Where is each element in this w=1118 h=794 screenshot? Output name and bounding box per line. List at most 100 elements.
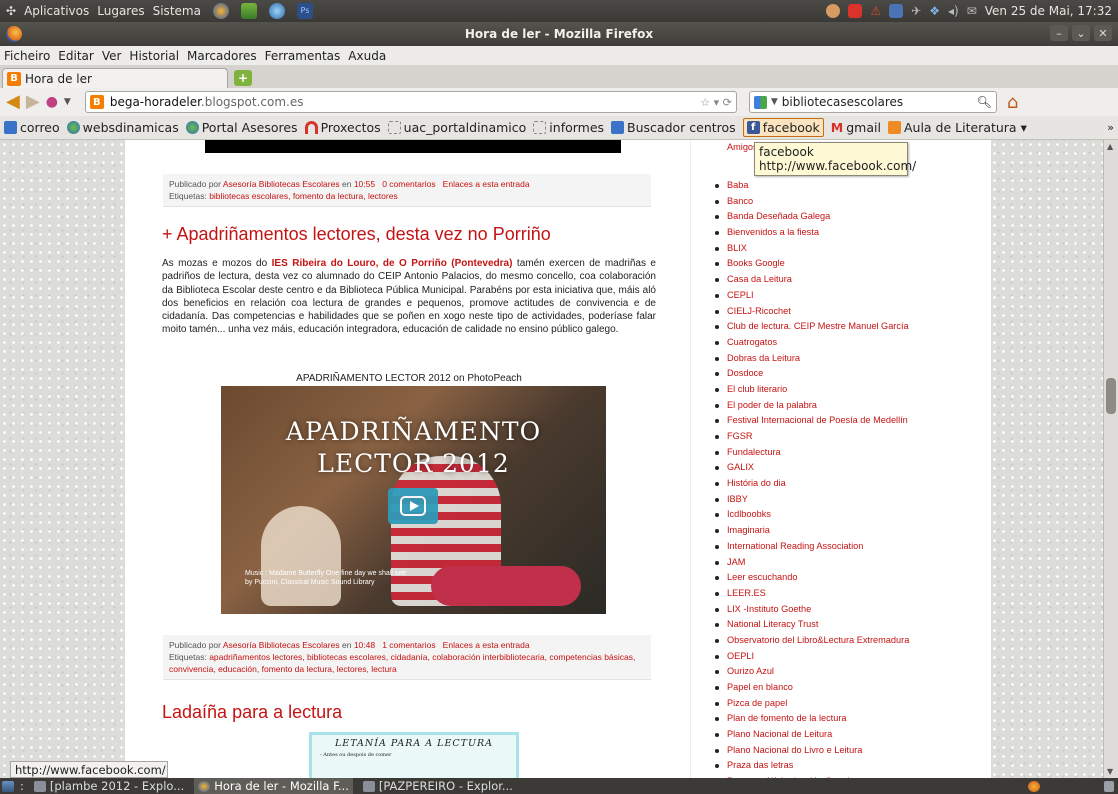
url-bar[interactable]: B bega-horadeler.blogspot.com.es ☆ ▾ ⟳ bbox=[84, 91, 737, 113]
time-link[interactable]: 10:48 bbox=[354, 640, 375, 650]
scroll-down-icon[interactable]: ▼ bbox=[1107, 767, 1113, 776]
sidebar-link[interactable]: Plan de fomento de la lectura bbox=[715, 711, 909, 727]
office-launcher-icon[interactable] bbox=[240, 3, 257, 19]
sidebar-link[interactable]: Cuatrogatos bbox=[715, 335, 909, 351]
sidebar-link[interactable]: CEPLI bbox=[715, 288, 909, 304]
bookmark-portal-asesores[interactable]: Portal Asesores bbox=[185, 120, 298, 135]
post-title[interactable]: Ladaíña para a lectura bbox=[162, 702, 342, 723]
network-icon[interactable]: ✈ bbox=[911, 4, 921, 18]
sidebar-link[interactable]: National Literacy Trust bbox=[715, 617, 909, 633]
sidebar-link[interactable]: Banco bbox=[715, 194, 909, 210]
search-engine-icon[interactable] bbox=[753, 95, 767, 109]
sidebar-link[interactable]: JAM bbox=[715, 555, 909, 571]
sidebar-link[interactable]: Plano Nacional de Leitura bbox=[715, 727, 909, 743]
sidebar-link[interactable]: CIELJ-Ricochet bbox=[715, 304, 909, 320]
sidebar-link[interactable]: Casa da Leitura bbox=[715, 272, 909, 288]
sidebar-link[interactable]: El poder de la palabra bbox=[715, 398, 909, 414]
sidebar-link[interactable]: Festival Internacional de Poesía de Mede… bbox=[715, 413, 909, 429]
bookmark-facebook[interactable]: f facebook bbox=[742, 118, 824, 137]
bookmark-buscador-centros[interactable]: Buscador centros bbox=[611, 120, 736, 135]
sidebar-link[interactable]: Ourizo Azul bbox=[715, 664, 909, 680]
body-link[interactable]: IES Ribeira do Louro, de O Porriño (Pont… bbox=[272, 258, 513, 269]
menu-file[interactable]: Ficheiro bbox=[4, 49, 50, 63]
post-image[interactable]: LETANÍA PARA A LECTURA - Antes ou despoi… bbox=[309, 732, 519, 778]
menu-applications[interactable]: Aplicativos bbox=[24, 4, 89, 18]
photoshop-launcher-icon[interactable]: Ps bbox=[296, 3, 313, 19]
post-title[interactable]: + Apadriñamentos lectores, desta vez no … bbox=[162, 224, 551, 245]
labels-links[interactable]: apadriñamentos lectores, bibliotecas esc… bbox=[169, 652, 635, 674]
bookmark-gmail[interactable]: Mgmail bbox=[831, 120, 881, 135]
sidebar-link[interactable]: Papel en blanco bbox=[715, 680, 909, 696]
sidebar-link[interactable]: Dobras da Leitura bbox=[715, 351, 909, 367]
sidebar-link[interactable]: LIX -Instituto Goethe bbox=[715, 602, 909, 618]
menu-tools[interactable]: Ferramentas bbox=[265, 49, 341, 63]
bookmark-uac-portaldinamico[interactable]: uac_portaldinamico bbox=[387, 120, 526, 135]
star-icon[interactable]: ☆ ▾ ⟳ bbox=[700, 96, 732, 109]
sidebar-link[interactable]: GALIX bbox=[715, 460, 909, 476]
history-dropdown-icon[interactable]: ▼ bbox=[64, 97, 71, 107]
forward-icon[interactable]: ▶ bbox=[26, 93, 40, 111]
sidebar-link[interactable]: OEPLI bbox=[715, 649, 909, 665]
taskbar-window-active[interactable]: Hora de ler - Mozilla F... bbox=[194, 778, 353, 794]
sidebar-link[interactable]: BLIX bbox=[715, 241, 909, 257]
mail-icon[interactable]: ✉ bbox=[967, 4, 977, 18]
tab-hora-de-ler[interactable]: B Hora de ler bbox=[2, 68, 228, 88]
sidebar-link[interactable]: Club de lectura. CEIP Mestre Manuel Garc… bbox=[715, 319, 909, 335]
menu-view[interactable]: Ver bbox=[102, 49, 122, 63]
menu-edit[interactable]: Editar bbox=[58, 49, 94, 63]
play-button[interactable] bbox=[388, 488, 438, 524]
bookmark-aula-de-literatura[interactable]: Aula de Literatura ▾ bbox=[887, 120, 1027, 135]
sidebar-link[interactable]: Pizca de papel bbox=[715, 696, 909, 712]
bookmark-websdinamicas[interactable]: websdinamicas bbox=[66, 120, 179, 135]
taskbar-window[interactable]: [plambe 2012 - Explo... bbox=[30, 778, 188, 794]
firefox-launcher-icon[interactable] bbox=[212, 3, 229, 19]
sidebar-link[interactable]: Plano Nacional do Livro e Leitura bbox=[715, 743, 909, 759]
clock[interactable]: Ven 25 de Mai, 17:32 bbox=[985, 4, 1112, 18]
network-launcher-icon[interactable] bbox=[268, 3, 285, 19]
comments-link[interactable]: 0 comentarios bbox=[382, 179, 435, 189]
taskbar-window[interactable]: [PAZPEREIRO - Explor... bbox=[359, 778, 517, 794]
sidebar-link[interactable]: Baba bbox=[715, 178, 909, 194]
url-text[interactable]: bega-horadeler.blogspot.com.es bbox=[110, 95, 304, 109]
sidebar-link[interactable]: Banda Deseñada Galega bbox=[715, 209, 909, 225]
search-bar[interactable]: ▼ bibliotecasescolares 🔍︎ bbox=[748, 91, 997, 113]
sidebar-link[interactable]: Bienvenidos a la fiesta bbox=[715, 225, 909, 241]
time-link[interactable]: 10:55 bbox=[354, 179, 375, 189]
user-icon[interactable] bbox=[826, 4, 841, 18]
show-desktop-icon[interactable] bbox=[2, 780, 14, 792]
sidebar-link[interactable]: IBBY bbox=[715, 492, 909, 508]
search-engine-dropdown-icon[interactable]: ▼ bbox=[771, 97, 778, 107]
menu-history[interactable]: Historial bbox=[129, 49, 179, 63]
sidebar-link[interactable]: Dosdoce bbox=[715, 366, 909, 382]
sidebar-link[interactable]: El club literario bbox=[715, 382, 909, 398]
menu-places[interactable]: Lugares bbox=[97, 4, 144, 18]
embed-caption[interactable]: APADRIÑAMENTO LECTOR 2012 on PhotoPeach bbox=[162, 373, 656, 384]
sidebar-link[interactable]: Observatorio del Libro&Lectura Extremadu… bbox=[715, 633, 909, 649]
dropbox-icon[interactable]: ❖ bbox=[929, 4, 940, 18]
sidebar-link[interactable]: Leer escuchando bbox=[715, 570, 909, 586]
scrollbar-thumb[interactable] bbox=[1106, 378, 1116, 414]
menu-help[interactable]: Axuda bbox=[348, 49, 386, 63]
more-bookmarks-icon[interactable]: » bbox=[1107, 121, 1114, 134]
home-icon[interactable]: ⌂ bbox=[1007, 92, 1018, 113]
bookmark-informes[interactable]: informes bbox=[533, 120, 604, 135]
calendar-tray-icon[interactable] bbox=[889, 4, 904, 18]
close-button[interactable]: ✕ bbox=[1094, 25, 1112, 41]
applications-icon[interactable]: ✣ bbox=[6, 4, 16, 18]
window-titlebar[interactable]: Hora de ler - Mozilla Firefox – ⌄ ✕ bbox=[0, 22, 1118, 46]
sidebar-link[interactable]: FGSR bbox=[715, 429, 909, 445]
photopeach-video[interactable]: APADRIÑAMENTO LECTOR 2012 Music : Madame… bbox=[221, 386, 606, 614]
bookmark-proxectos[interactable]: Proxectos bbox=[304, 120, 381, 135]
vertical-scrollbar[interactable]: ▲ ▼ bbox=[1103, 140, 1118, 778]
labels-links[interactable]: bibliotecas escolares, fomento da lectur… bbox=[209, 191, 398, 201]
author-link[interactable]: Asesoría Bibliotecas Escolares bbox=[223, 179, 340, 189]
maximize-button[interactable]: ⌄ bbox=[1072, 25, 1090, 41]
search-icon[interactable]: 🔍︎ bbox=[977, 95, 992, 109]
power-icon[interactable] bbox=[848, 4, 863, 18]
back-icon[interactable]: ◀ bbox=[6, 93, 20, 111]
sidebar-link[interactable]: International Reading Association bbox=[715, 539, 909, 555]
menu-system[interactable]: Sistema bbox=[153, 4, 201, 18]
scroll-up-icon[interactable]: ▲ bbox=[1107, 142, 1113, 151]
addon-icon[interactable]: ● bbox=[46, 94, 58, 110]
new-tab-button[interactable]: + bbox=[234, 70, 252, 86]
